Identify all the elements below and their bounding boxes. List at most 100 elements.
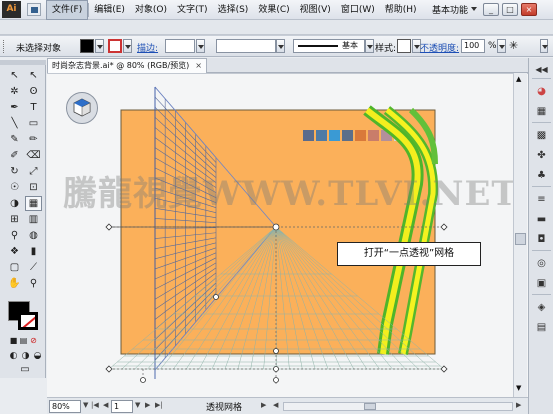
grip-handle[interactable]	[3, 40, 6, 53]
horizontal-scrollbar[interactable]	[283, 402, 513, 411]
menu-edit[interactable]: 编辑(E)	[89, 0, 130, 20]
type-tool[interactable]: T	[25, 100, 42, 115]
opacity-field[interactable]: 100	[461, 39, 485, 53]
menu-help[interactable]: 帮助(H)	[380, 0, 422, 20]
direct-selection-tool[interactable]: ↖	[25, 68, 42, 83]
lasso-tool[interactable]: ʘ	[25, 84, 42, 99]
warp-tool[interactable]: ☉	[6, 180, 23, 195]
stroke-color-swatch[interactable]	[18, 312, 38, 330]
eyedropper-tool[interactable]: ⚲	[6, 228, 23, 243]
opacity-panel-link[interactable]: 不透明度:	[420, 41, 459, 54]
draw-inside-icon[interactable]: ◒	[29, 348, 46, 363]
first-artboard-icon[interactable]: |◀	[91, 401, 99, 409]
menu-select[interactable]: 选择(S)	[213, 0, 254, 20]
artboard-number-field[interactable]: 1	[111, 400, 133, 413]
scale-tool[interactable]: ⤢	[25, 164, 42, 179]
variable-width-profile[interactable]	[216, 39, 276, 53]
gradient-panel-icon[interactable]: ▬	[534, 212, 549, 227]
next-artboard-icon[interactable]: ▶	[145, 401, 150, 409]
plane-switching-widget[interactable]	[66, 92, 98, 124]
last-artboard-icon[interactable]: ▶|	[155, 401, 163, 409]
vertical-scrollbar[interactable]: ▲ ▼	[513, 73, 527, 397]
right-plane-handle[interactable]	[440, 223, 448, 231]
stroke-weight-field[interactable]	[165, 39, 195, 53]
pencil-tool[interactable]: ✏	[25, 132, 42, 147]
menu-effect[interactable]: 效果(C)	[253, 0, 294, 20]
zoom-tool[interactable]: ⚲	[25, 276, 42, 291]
blob-brush-tool[interactable]: ✐	[6, 148, 23, 163]
perspective-grid-tool[interactable]: ▦	[25, 196, 42, 211]
zoom-dropdown-icon[interactable]: ▼	[83, 401, 88, 409]
zoom-field[interactable]: 80%	[49, 400, 81, 413]
status-menu-icon[interactable]: ▶	[261, 401, 266, 409]
graphic-style-swatch[interactable]	[397, 39, 411, 53]
shape-builder-tool[interactable]: ◑	[6, 196, 23, 211]
grid-cell-handle[interactable]	[273, 348, 279, 354]
artboard-dropdown-icon[interactable]: ▼	[135, 401, 140, 409]
scroll-up-icon[interactable]: ▲	[516, 75, 521, 83]
opacity-dropdown[interactable]	[497, 39, 506, 53]
scroll-down-icon[interactable]: ▼	[516, 384, 521, 392]
fill-dropdown[interactable]	[95, 39, 104, 53]
screen-mode-icon[interactable]: ▭	[15, 362, 35, 377]
minimize-button[interactable]: _	[483, 3, 499, 16]
pen-tool[interactable]: ✒	[6, 100, 23, 115]
ground-level-handle[interactable]	[273, 366, 279, 372]
fill-color-swatch[interactable]	[80, 39, 94, 53]
free-transform-tool[interactable]: ⊡	[25, 180, 42, 195]
horizontal-scroll-thumb[interactable]	[364, 403, 376, 410]
vanishing-point-handle[interactable]	[272, 223, 280, 231]
profile-dropdown[interactable]	[276, 39, 285, 53]
appearance-panel-icon[interactable]: ◎	[534, 256, 549, 271]
horizon-handle-center[interactable]	[273, 377, 279, 383]
workspace-switcher[interactable]: 基本功能	[432, 3, 468, 16]
color-panel-icon[interactable]: ◕	[534, 84, 549, 99]
menu-type[interactable]: 文字(T)	[172, 0, 213, 20]
swatches-icon[interactable]: ▩	[534, 128, 549, 143]
stroke-panel-link[interactable]: 描边:	[137, 41, 158, 54]
color-guide-icon[interactable]: ▦	[534, 104, 549, 119]
horizon-handle-left[interactable]	[140, 377, 146, 383]
stroke-dropdown[interactable]	[123, 39, 132, 53]
grid-extent-handle[interactable]	[213, 294, 219, 300]
scroll-thumb[interactable]	[515, 233, 526, 245]
stroke-weight-dropdown[interactable]	[196, 39, 205, 53]
artboard-tool[interactable]: ▢	[6, 260, 23, 275]
magic-wand-tool[interactable]: ✲	[6, 84, 23, 99]
layers-panel-icon[interactable]: ◈	[534, 300, 549, 315]
slice-tool[interactable]: ⟋	[25, 260, 42, 275]
stroke-color-swatch[interactable]	[108, 39, 122, 53]
rectangle-tool[interactable]: ▭	[25, 116, 42, 131]
none-mode-icon[interactable]: ⊘	[25, 333, 42, 348]
close-button[interactable]: ×	[521, 3, 537, 16]
menu-window[interactable]: 窗口(W)	[336, 0, 380, 20]
eraser-tool[interactable]: ⌫	[25, 148, 42, 163]
paintbrush-tool[interactable]: ✎	[6, 132, 23, 147]
menu-file[interactable]: 文件(F)	[46, 0, 89, 20]
brush-dropdown[interactable]	[365, 39, 374, 53]
gradient-tool[interactable]: ▥	[25, 212, 42, 227]
chevron-down-icon[interactable]	[471, 7, 477, 11]
blend-tool[interactable]: ◍	[25, 228, 42, 243]
mesh-tool[interactable]: ⊞	[6, 212, 23, 227]
brush-definition[interactable]: 基本	[293, 39, 365, 53]
document-tab[interactable]: 时尚杂志背景.ai* @ 80% (RGB/预览) ×	[47, 58, 207, 73]
scroll-right-icon[interactable]: ▶	[516, 401, 521, 409]
left-plane-handle[interactable]	[105, 223, 113, 231]
close-icon[interactable]: ×	[195, 59, 202, 73]
bridge-icon[interactable]	[27, 3, 41, 16]
transparency-panel-icon[interactable]: ◘	[534, 232, 549, 247]
stroke-panel-icon[interactable]: ≡	[534, 192, 549, 207]
collapse-panels-icon[interactable]: ◀◀	[534, 62, 549, 77]
scroll-left-icon[interactable]: ◀	[273, 401, 278, 409]
menu-view[interactable]: 视图(V)	[295, 0, 336, 20]
panel-header[interactable]	[0, 60, 46, 65]
line-tool[interactable]: ╲	[6, 116, 23, 131]
graphic-styles-icon[interactable]: ▣	[534, 276, 549, 291]
symbol-sprayer-tool[interactable]: ❖	[6, 244, 23, 259]
rotate-tool[interactable]: ↻	[6, 164, 23, 179]
document-setup-icon[interactable]: ✳	[509, 39, 518, 52]
symbols-icon[interactable]: ♣	[534, 168, 549, 183]
hand-tool[interactable]: ✋	[6, 276, 23, 291]
document-canvas[interactable]: 騰龍視覺WWW.TLVI.NET 打开“一点透视”网格	[47, 73, 528, 397]
